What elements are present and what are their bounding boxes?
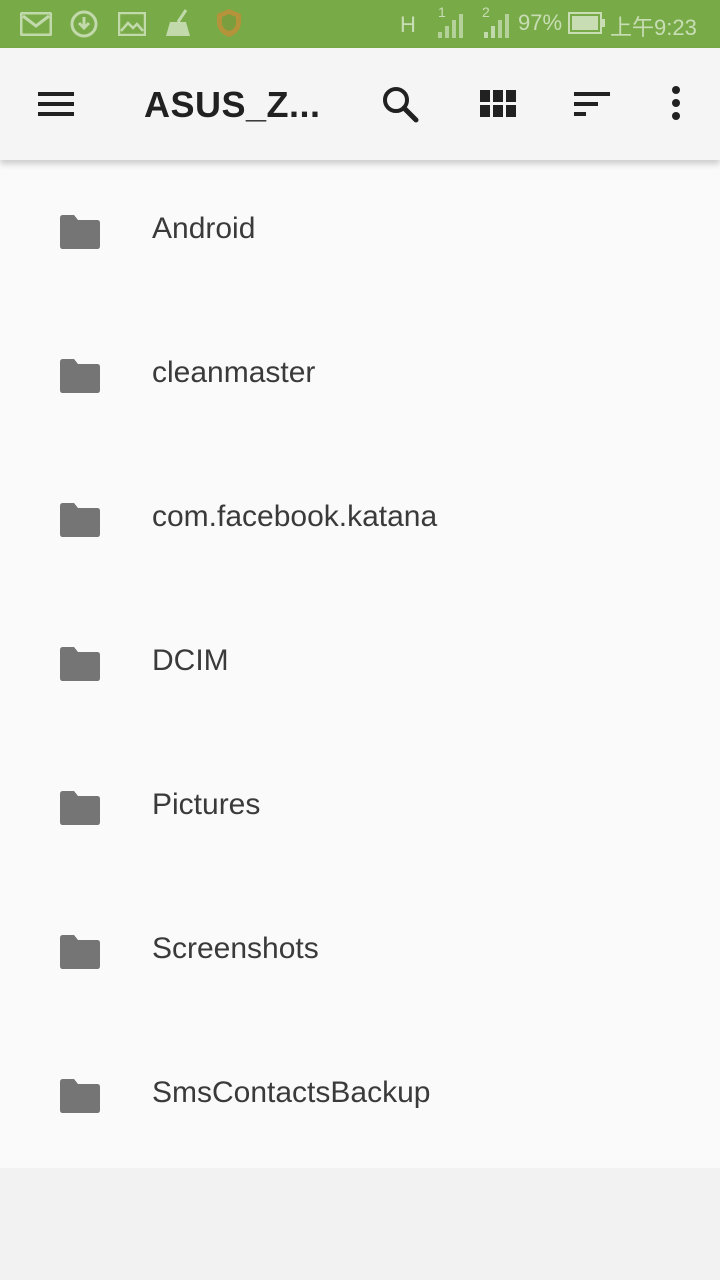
- folder-icon: [58, 646, 102, 682]
- sim2-label: 2: [482, 4, 490, 20]
- gmail-icon: [19, 11, 53, 42]
- sort-icon: [574, 92, 610, 116]
- list-item[interactable]: DCIM: [0, 592, 720, 736]
- list-item[interactable]: Pictures: [0, 736, 720, 880]
- sim1-label: 1: [438, 4, 446, 20]
- battery-icon: [568, 12, 606, 40]
- folder-icon: [58, 502, 102, 538]
- grid-view-icon: [480, 90, 516, 117]
- search-button[interactable]: [376, 80, 424, 128]
- list-item[interactable]: cleanmaster: [0, 304, 720, 448]
- battery-percent: 97%: [518, 10, 563, 35]
- folder-icon: [58, 1078, 102, 1114]
- list-item[interactable]: Screenshots: [0, 880, 720, 1024]
- folder-name: Pictures: [152, 788, 261, 821]
- folder-name: Screenshots: [152, 932, 319, 965]
- folder-list: Android cleanmaster com.facebook.katana …: [0, 160, 720, 1168]
- list-item[interactable]: SmsContactsBackup: [0, 1024, 720, 1168]
- folder-name: cleanmaster: [152, 356, 316, 389]
- toolbar-title: ASUS_Z...: [144, 84, 321, 125]
- search-icon: [383, 87, 419, 123]
- more-vert-icon: [672, 86, 680, 120]
- folder-name: com.facebook.katana: [152, 500, 438, 533]
- download-icon: [70, 10, 98, 44]
- folder-icon: [58, 358, 102, 394]
- sort-button[interactable]: [568, 80, 616, 128]
- folder-icon: [58, 790, 102, 826]
- shield-icon: [216, 8, 242, 44]
- folder-icon: [58, 214, 102, 250]
- signal-icon-sim2: [470, 8, 520, 46]
- folder-name: Android: [152, 212, 256, 245]
- list-item[interactable]: Android: [0, 160, 720, 304]
- status-bar: H 1 2 97% 上午9:23: [0, 0, 720, 48]
- app-toolbar: ASUS_Z...: [0, 48, 720, 160]
- grid-view-button[interactable]: [474, 80, 522, 128]
- folder-name: DCIM: [152, 644, 229, 677]
- menu-icon: [38, 92, 74, 116]
- folder-name: SmsContactsBackup: [152, 1076, 431, 1109]
- menu-button[interactable]: [32, 80, 80, 128]
- more-options-button[interactable]: [652, 80, 700, 128]
- list-item[interactable]: com.facebook.katana: [0, 448, 720, 592]
- clock: 上午9:23: [610, 15, 697, 40]
- image-icon: [117, 11, 147, 42]
- cleaner-icon: [164, 8, 196, 44]
- folder-icon: [58, 934, 102, 970]
- network-type: H: [400, 12, 416, 37]
